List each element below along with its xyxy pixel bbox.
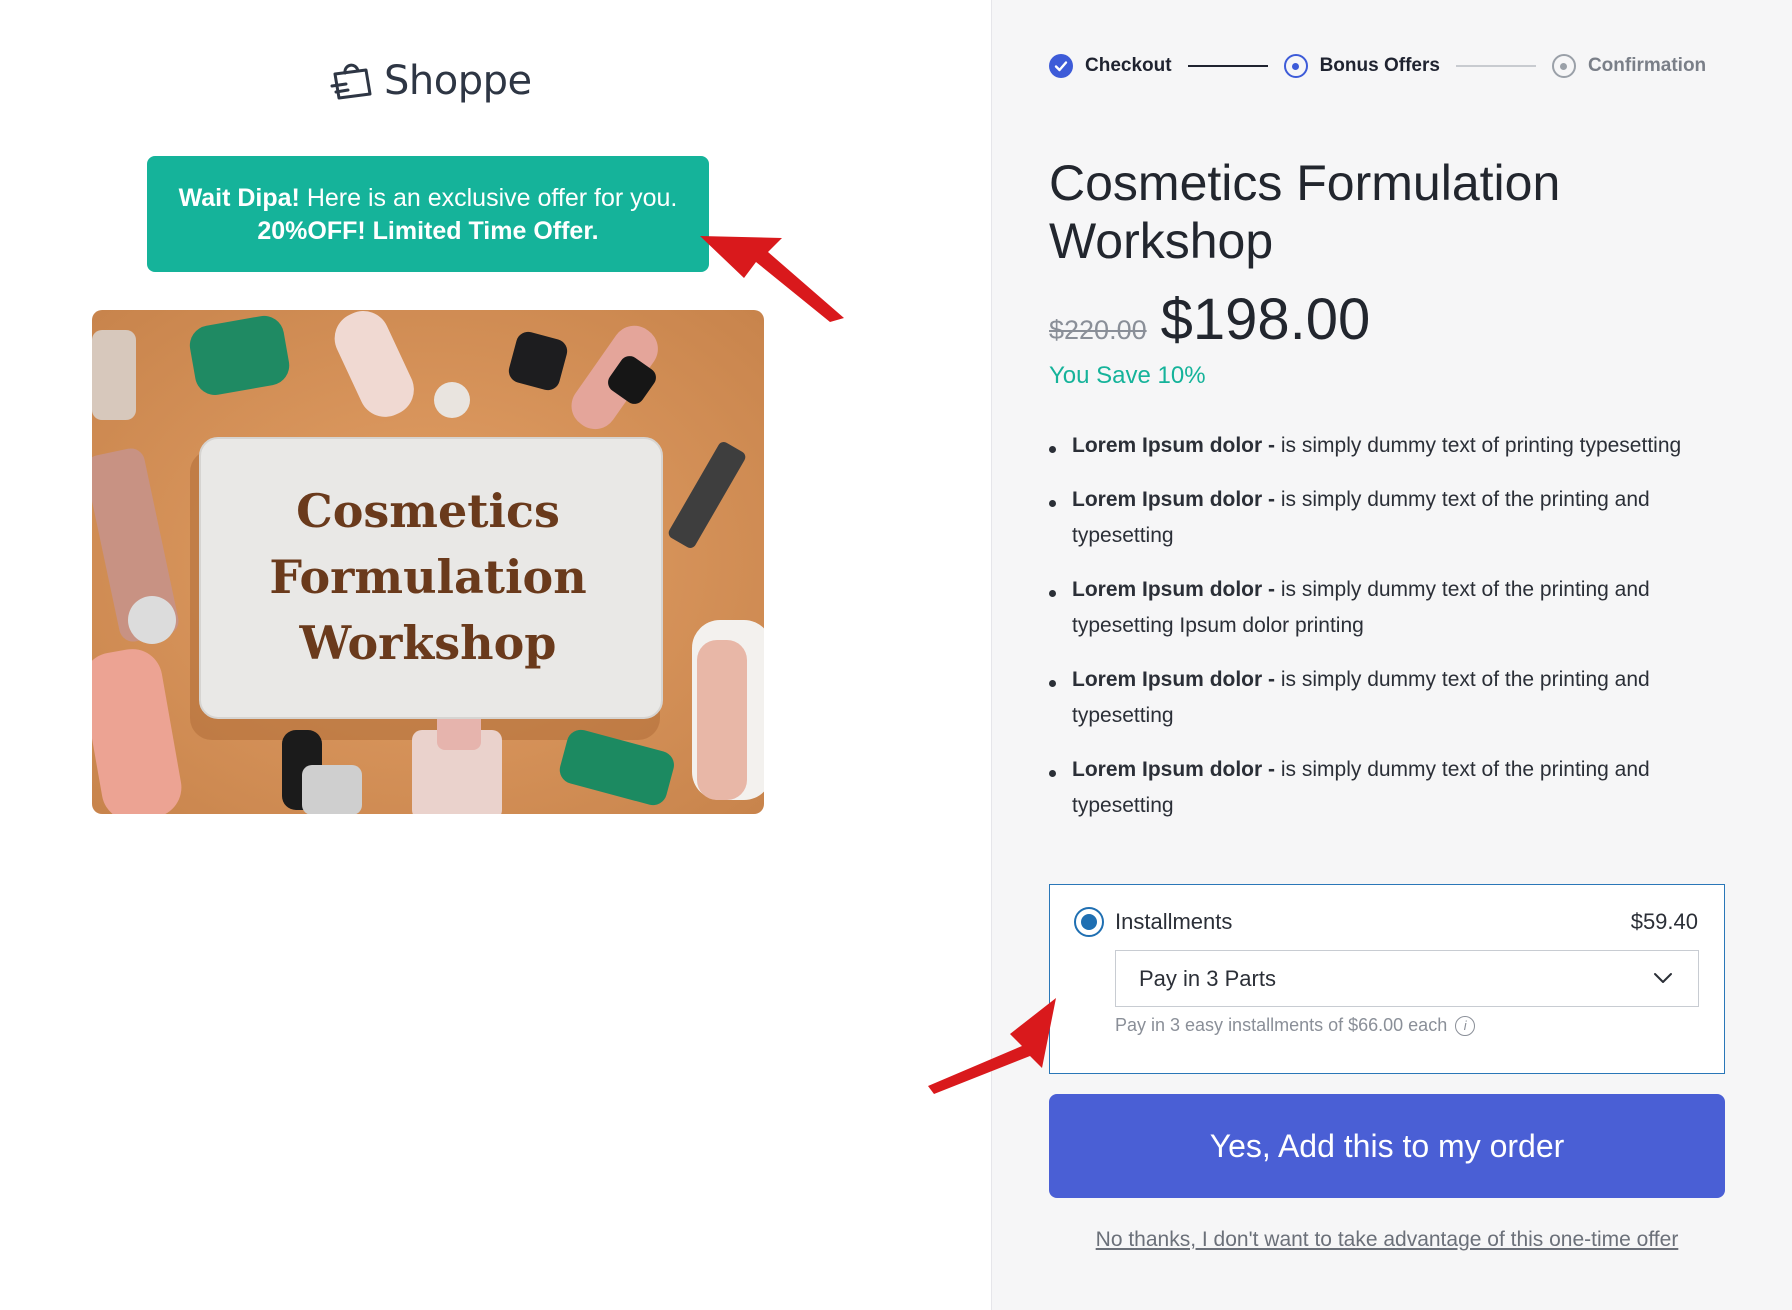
product-title: Cosmetics Formulation Workshop bbox=[1049, 155, 1561, 269]
payment-option-label[interactable]: Installments bbox=[1115, 909, 1232, 935]
step-checkout[interactable]: Checkout bbox=[1049, 54, 1172, 78]
select-value: Pay in 3 Parts bbox=[1139, 965, 1276, 991]
list-item: Lorem Ipsum dolor - is simply dummy text… bbox=[1049, 752, 1749, 824]
list-item: Lorem Ipsum dolor - is simply dummy text… bbox=[1049, 482, 1749, 554]
payment-option-amount: $59.40 bbox=[1630, 909, 1698, 934]
check-circle-icon bbox=[1049, 54, 1073, 78]
card-title-line: Workshop bbox=[299, 616, 557, 670]
installment-note: Pay in 3 easy installments of $66.00 eac… bbox=[1115, 1015, 1476, 1036]
annotation-arrow-icon bbox=[700, 236, 844, 322]
feature-text: is simply dummy text of printing typeset… bbox=[1275, 434, 1682, 457]
price-block: $220.00 $198.00 bbox=[1049, 286, 1370, 353]
installment-plan-select[interactable]: Pay in 3 Parts bbox=[1115, 950, 1699, 1007]
step-confirmation[interactable]: Confirmation bbox=[1551, 54, 1707, 78]
offer-visual-panel: Shoppe Wait Dipa! Here is an exclusive o… bbox=[0, 0, 991, 1310]
radio-dot-icon bbox=[1283, 54, 1308, 78]
payment-option-box[interactable]: Installments $59.40 Pay in 3 Parts Pay i… bbox=[1049, 884, 1725, 1074]
step-connector bbox=[1455, 65, 1536, 67]
card-title-line: Formulation bbox=[269, 550, 587, 604]
original-price: $220.00 bbox=[1049, 315, 1147, 345]
step-connector bbox=[1187, 65, 1268, 67]
feature-bold: Lorem Ipsum dolor - bbox=[1072, 758, 1276, 781]
step-label: Checkout bbox=[1085, 55, 1172, 76]
sale-price: $198.00 bbox=[1160, 287, 1371, 352]
add-to-order-button[interactable]: Yes, Add this to my order bbox=[1049, 1094, 1725, 1198]
step-label: Confirmation bbox=[1587, 55, 1707, 76]
product-image-title: Cosmetics Formulation Workshop bbox=[92, 478, 764, 676]
offer-banner: Wait Dipa! Here is an exclusive offer fo… bbox=[147, 156, 709, 272]
annotation-arrow-icon bbox=[928, 998, 1056, 1094]
decline-offer-link[interactable]: No thanks, I don't want to take advantag… bbox=[1049, 1228, 1725, 1252]
card-title-line: Cosmetics bbox=[296, 484, 560, 538]
banner-greeting: Wait Dipa! bbox=[178, 184, 300, 212]
radio-dot-icon bbox=[1551, 54, 1576, 78]
list-item: Lorem Ipsum dolor - is simply dummy text… bbox=[1049, 662, 1749, 734]
step-bonus-offers[interactable]: Bonus Offers bbox=[1283, 54, 1440, 78]
list-item: Lorem Ipsum dolor - is simply dummy text… bbox=[1049, 572, 1749, 644]
banner-offer: 20%OFF! Limited Time Offer. bbox=[257, 217, 599, 245]
chevron-down-icon bbox=[1654, 973, 1672, 983]
step-label: Bonus Offers bbox=[1319, 55, 1440, 76]
feature-bold: Lorem Ipsum dolor - bbox=[1072, 668, 1276, 691]
feature-bold: Lorem Ipsum dolor - bbox=[1072, 488, 1276, 511]
feature-bold: Lorem Ipsum dolor - bbox=[1072, 578, 1276, 601]
installment-note-text: Pay in 3 easy installments of $66.00 eac… bbox=[1115, 1015, 1448, 1035]
list-item: Lorem Ipsum dolor - is simply dummy text… bbox=[1049, 428, 1749, 464]
shopping-bag-icon bbox=[330, 63, 372, 100]
installments-radio[interactable] bbox=[1074, 907, 1104, 937]
banner-message: Here is an exclusive offer for you. bbox=[299, 184, 678, 212]
info-icon[interactable]: i bbox=[1455, 1015, 1476, 1036]
feature-bold: Lorem Ipsum dolor - bbox=[1072, 434, 1276, 457]
feature-list: Lorem Ipsum dolor - is simply dummy text… bbox=[1049, 428, 1749, 842]
savings-text: You Save 10% bbox=[1049, 362, 1206, 389]
product-image: Cosmetics Formulation Workshop bbox=[92, 310, 764, 814]
brand-name: Shoppe bbox=[384, 58, 532, 104]
brand-logo[interactable]: Shoppe bbox=[326, 56, 532, 106]
checkout-stepper: Checkout Bonus Offers Confirmation bbox=[1049, 54, 1706, 78]
